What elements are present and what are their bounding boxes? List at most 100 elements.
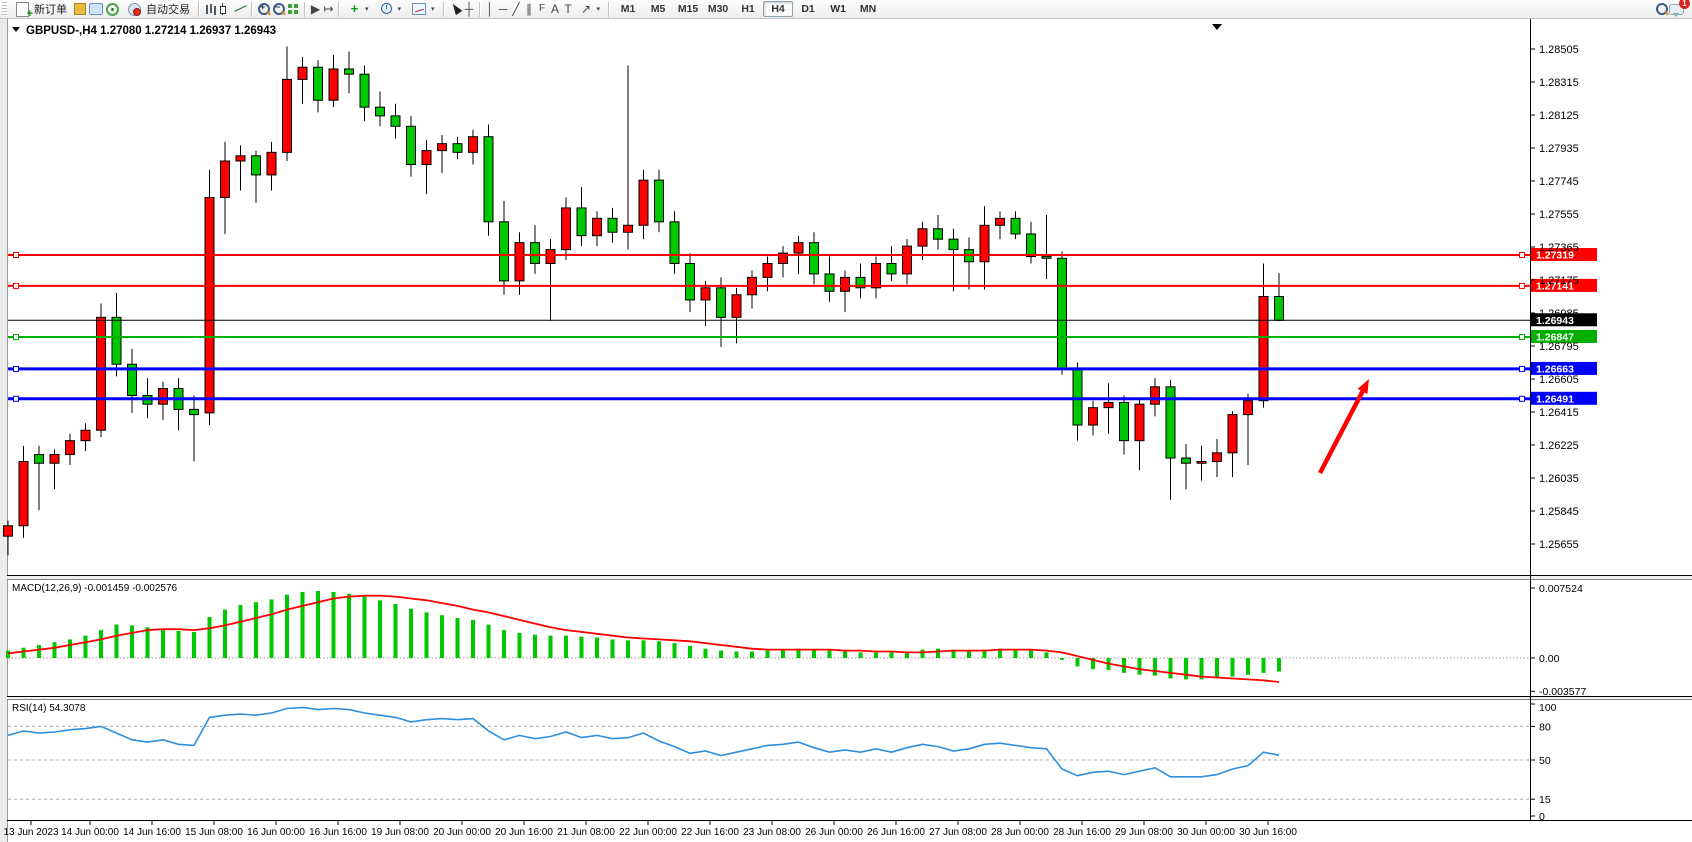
macd-axis-label: -0.003577 [1539, 686, 1586, 698]
candle-body [608, 218, 617, 232]
macd-histogram-bar [378, 600, 382, 658]
price-tag-label: 1.26491 [1536, 393, 1574, 405]
search-icon[interactable] [1654, 2, 1669, 16]
candle-body [81, 430, 90, 440]
line-handle[interactable] [1520, 396, 1525, 401]
horizontal-line-tool-icon[interactable]: ─ [497, 2, 510, 16]
auto-scroll-icon[interactable]: ▶ [309, 2, 322, 16]
left-border-strip [0, 19, 7, 842]
candle-body [1042, 257, 1051, 259]
data-window-icon[interactable] [89, 3, 103, 15]
candlestick-chart-icon[interactable] [218, 2, 233, 16]
pane-splitter[interactable] [7, 576, 1692, 580]
timeframe-m5-button[interactable]: M5 [643, 1, 673, 17]
line-handle[interactable] [1520, 252, 1525, 257]
market-watch-icon[interactable] [74, 3, 86, 15]
chevron-down-icon: ▾ [365, 5, 369, 13]
chart-shift-icon[interactable]: ↦ [322, 2, 335, 16]
price-axis-label: 1.27935 [1539, 143, 1579, 155]
templates-button[interactable]: ▾ [406, 0, 440, 19]
time-axis-label: 16 Jun 00:00 [247, 827, 305, 838]
add-indicator-icon: + [348, 2, 361, 16]
line-handle[interactable] [14, 396, 19, 401]
main-toolbar: 新订单 自动交易 + − ▶ ↦ + ▾ ▾ ▾ ┼ │ ─ ╱ ∥ F A T… [0, 0, 1692, 19]
candle-body [159, 389, 168, 405]
candle-body [500, 222, 509, 281]
arrows-tool-button[interactable]: ↗ ▾ [575, 0, 606, 18]
toolbar-separator [198, 2, 200, 17]
new-order-button[interactable]: 新订单 [9, 0, 72, 19]
line-handle[interactable] [14, 334, 19, 339]
price-axis-label: 1.27555 [1539, 209, 1579, 221]
bar-chart-icon[interactable] [203, 2, 218, 16]
price-axis-label: 1.26035 [1539, 473, 1579, 485]
price-axis-label: 1.26985 [1539, 308, 1579, 320]
timeframe-d1-button[interactable]: D1 [793, 1, 823, 17]
macd-histogram-bar [1231, 658, 1235, 677]
line-handle[interactable] [14, 366, 19, 371]
macd-histogram-bar [1138, 658, 1142, 675]
time-axis-label: 20 Jun 16:00 [495, 827, 553, 838]
auto-trading-button[interactable]: 自动交易 [121, 0, 195, 19]
macd-histogram-bar [1215, 658, 1219, 678]
chart-canvas[interactable]: 1.273191.271411.269431.268471.266631.264… [0, 0, 1692, 842]
zoom-in-icon[interactable]: + [256, 2, 271, 16]
line-chart-icon[interactable] [233, 2, 248, 16]
notifications-button[interactable]: 1 [1669, 2, 1684, 16]
candle-body [484, 137, 493, 222]
line-handle[interactable] [14, 283, 19, 288]
vertical-line-tool-icon[interactable]: │ [484, 2, 497, 16]
macd-histogram-bar [781, 650, 785, 658]
timeframe-m15-button[interactable]: M15 [673, 1, 703, 17]
chevron-down-icon: ▾ [398, 5, 402, 13]
tile-windows-icon[interactable] [286, 2, 301, 16]
candle-body [1275, 297, 1284, 321]
text-tool-icon[interactable]: A [549, 2, 562, 16]
navigator-icon[interactable] [106, 3, 119, 16]
cursor-icon[interactable] [448, 2, 463, 16]
candle-body [686, 264, 695, 300]
timeframe-h4-button[interactable]: H4 [763, 1, 793, 17]
timeframe-h1-button[interactable]: H1 [733, 1, 763, 17]
timeframe-mn-button[interactable]: MN [853, 1, 883, 17]
fibonacci-tool-icon[interactable]: F [536, 2, 549, 16]
price-axis-label: 1.28125 [1539, 110, 1579, 122]
macd-histogram-bar [254, 602, 258, 658]
toolbar-grip[interactable] [2, 2, 7, 16]
candle-body [655, 180, 664, 222]
candle-body [810, 243, 819, 274]
price-axis-label: 1.28315 [1539, 77, 1579, 89]
candle-body [1197, 461, 1206, 463]
plus-glyph: + [260, 2, 265, 12]
candle-body [825, 274, 834, 291]
line-handle[interactable] [14, 252, 19, 257]
trendline-tool-icon[interactable]: ╱ [510, 2, 523, 16]
price-axis-label: 1.26415 [1539, 407, 1579, 419]
price-axis-label: 1.27365 [1539, 242, 1579, 254]
text-label-tool-icon[interactable]: T [562, 2, 575, 16]
macd-histogram-bar [859, 652, 863, 658]
candle-body [391, 116, 400, 126]
timeframe-w1-button[interactable]: W1 [823, 1, 853, 17]
line-handle[interactable] [1520, 283, 1525, 288]
macd-histogram-bar [363, 597, 367, 658]
macd-histogram-bar [688, 646, 692, 658]
timeframe-m30-button[interactable]: M30 [703, 1, 733, 17]
candle-body [980, 225, 989, 261]
line-handle[interactable] [1520, 334, 1525, 339]
macd-histogram-bar [208, 617, 212, 658]
crosshair-icon[interactable]: ┼ [463, 2, 476, 16]
candle-body [872, 264, 881, 288]
toolbar-separator [479, 2, 481, 17]
periods-button[interactable]: ▾ [374, 0, 407, 18]
candle-body [1058, 258, 1067, 369]
candle-body [577, 208, 586, 236]
indicators-button[interactable]: + ▾ [343, 0, 374, 18]
candle-body [732, 295, 741, 318]
line-handle[interactable] [1520, 366, 1525, 371]
equidistant-channel-tool-icon[interactable]: ∥ [523, 2, 536, 16]
toolbar-separator [304, 2, 306, 17]
timeframe-m1-button[interactable]: M1 [613, 1, 643, 17]
zoom-out-icon[interactable]: − [271, 2, 286, 16]
macd-histogram-bar [239, 605, 243, 658]
